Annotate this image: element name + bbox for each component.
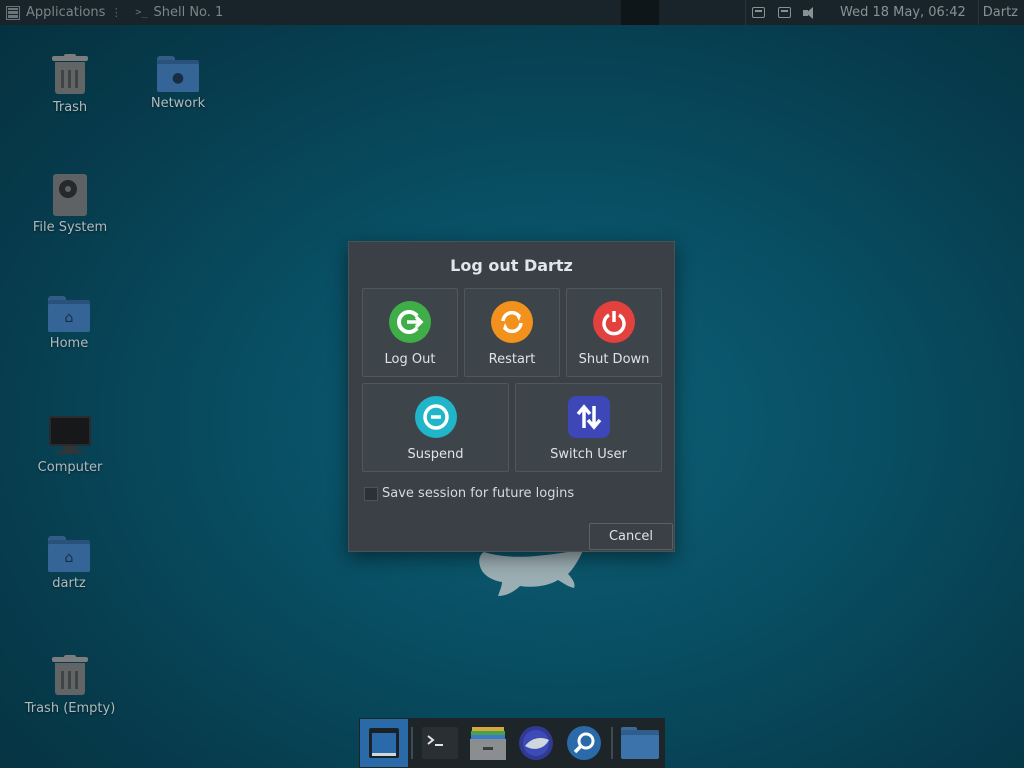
- clock[interactable]: Wed 18 May, 06:42: [824, 5, 978, 20]
- log-out-icon: [389, 301, 431, 343]
- applications-menu[interactable]: Applications: [0, 0, 105, 25]
- switch-user-button[interactable]: Switch User: [515, 383, 662, 472]
- desktop-icon-network[interactable]: ● Network: [128, 56, 228, 111]
- restart-button[interactable]: Restart: [464, 288, 560, 377]
- terminal-icon: >_: [135, 7, 148, 18]
- clipboard-tray-icon[interactable]: [772, 0, 798, 25]
- desktop-icon-computer[interactable]: Computer: [20, 416, 120, 475]
- desktop-icon-label: Trash (Empty): [24, 701, 116, 716]
- shut-down-button[interactable]: Shut Down: [566, 288, 662, 377]
- dock-web-browser[interactable]: [512, 719, 560, 767]
- home-folder-icon: ⌂: [48, 536, 90, 572]
- switch-user-label: Switch User: [550, 447, 627, 462]
- top-panel: Applications ⋮ >_ Shell No. 1 Wed 18 May…: [0, 0, 1024, 25]
- power-icon: [593, 301, 635, 343]
- desktop-icon-label: dartz: [52, 576, 86, 591]
- desktop-icon-trash[interactable]: Trash: [20, 54, 120, 115]
- dock-folder[interactable]: [616, 719, 664, 767]
- shut-down-label: Shut Down: [578, 352, 650, 367]
- trash-icon: [52, 655, 88, 697]
- wallpaper-mascot: [479, 548, 584, 596]
- desktop-icon-dartz[interactable]: ⌂ dartz: [19, 536, 119, 591]
- taskbar-window-shell[interactable]: >_ Shell No. 1: [127, 0, 231, 25]
- network-folder-icon: ●: [157, 56, 199, 92]
- restart-icon: [491, 301, 533, 343]
- trash-icon: [52, 54, 88, 96]
- cancel-button[interactable]: Cancel: [589, 523, 673, 550]
- dock-terminal[interactable]: [416, 719, 464, 767]
- desktop-icon-label: Computer: [37, 460, 103, 475]
- save-session-row: Save session for future logins: [364, 486, 574, 501]
- user-menu[interactable]: Dartz: [979, 5, 1024, 20]
- dialog-title: Log out Dartz: [450, 256, 573, 275]
- app-finder-icon: [567, 726, 601, 760]
- desktop-icon-trash-empty[interactable]: Trash (Empty): [20, 655, 120, 716]
- suspend-icon: [414, 396, 457, 438]
- log-out-button[interactable]: Log Out: [362, 288, 458, 377]
- logout-dialog: Log out Dartz Log Out Restart Shut Down …: [348, 241, 675, 552]
- desktop-icon-label: Network: [150, 96, 206, 111]
- file-manager-icon: [470, 727, 506, 760]
- desktop-icon-label: File System: [32, 220, 108, 235]
- applications-menu-label: Applications: [26, 5, 106, 20]
- workspace-switcher[interactable]: [621, 0, 660, 25]
- show-desktop-icon: [369, 728, 399, 758]
- folder-icon: [621, 727, 659, 759]
- volume-icon[interactable]: [798, 0, 824, 25]
- desktop-icon-file-system[interactable]: File System: [20, 174, 120, 235]
- terminal-icon: [422, 727, 458, 759]
- switch-user-icon: [567, 396, 610, 438]
- desktop-icon-home[interactable]: ⌂ Home: [19, 296, 119, 351]
- suspend-button[interactable]: Suspend: [362, 383, 509, 472]
- dock-app-finder[interactable]: [560, 719, 608, 767]
- drive-icon: [53, 174, 87, 216]
- desktop-icon-label: Trash: [52, 100, 88, 115]
- home-folder-icon: ⌂: [48, 296, 90, 332]
- dock-show-desktop[interactable]: [360, 719, 408, 767]
- dock-file-manager[interactable]: [464, 719, 512, 767]
- network-tray-icon[interactable]: [746, 0, 772, 25]
- computer-icon: [49, 416, 91, 456]
- taskbar-window-label: Shell No. 1: [153, 5, 224, 20]
- save-session-label[interactable]: Save session for future logins: [382, 486, 574, 501]
- desktop-icon-label: Home: [49, 336, 89, 351]
- web-browser-icon: [519, 726, 553, 760]
- log-out-label: Log Out: [384, 352, 436, 367]
- applications-menu-icon: [6, 5, 20, 20]
- dock: [359, 718, 665, 768]
- save-session-checkbox[interactable]: [364, 486, 378, 501]
- suspend-label: Suspend: [407, 447, 464, 462]
- separator-icon: ⋮: [110, 6, 122, 19]
- restart-label: Restart: [488, 352, 536, 367]
